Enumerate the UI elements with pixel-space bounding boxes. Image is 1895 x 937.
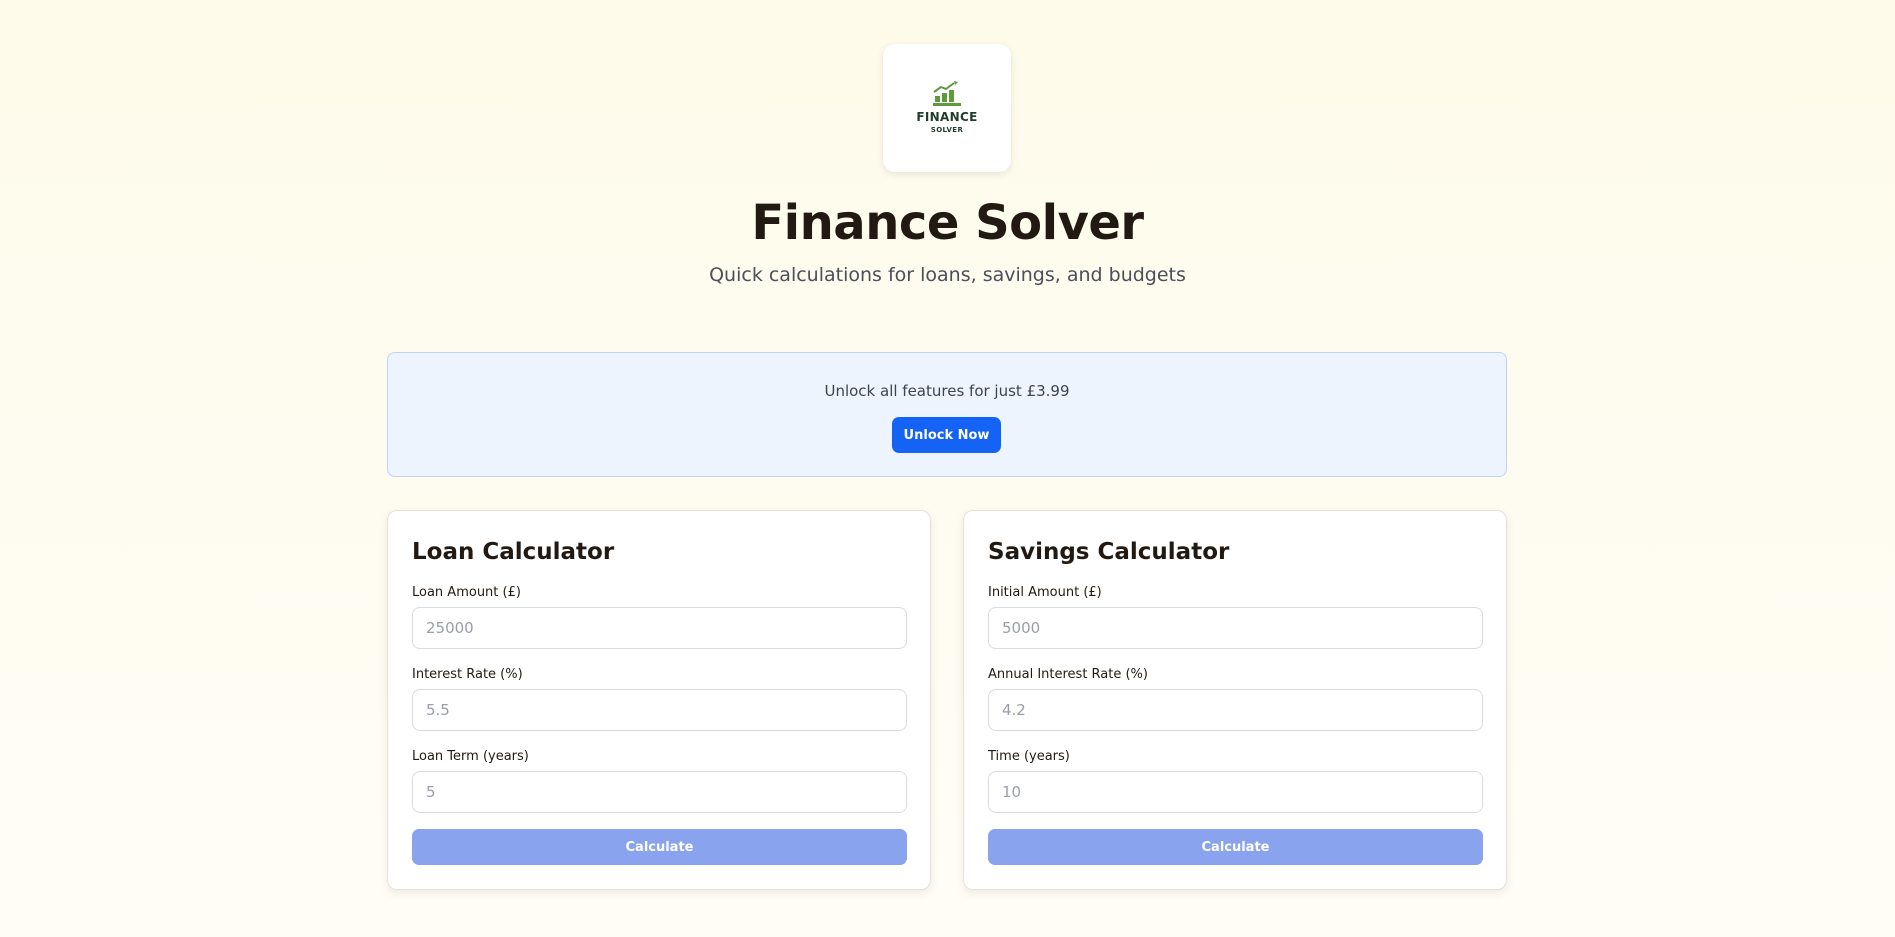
- loan-amount-input[interactable]: [412, 607, 907, 649]
- unlock-banner-text: Unlock all features for just £3.99: [824, 382, 1070, 400]
- logo-wordmark: FINANCE: [916, 110, 978, 124]
- page: FINANCE SOLVER Finance Solver Quick calc…: [0, 0, 1895, 937]
- unlock-banner: Unlock all features for just £3.99 Unloc…: [387, 352, 1507, 477]
- page-title: Finance Solver: [751, 195, 1144, 251]
- loan-term-input[interactable]: [412, 771, 907, 813]
- loan-calculate-button[interactable]: Calculate: [412, 829, 907, 865]
- loan-term-label: Loan Term (years): [412, 749, 529, 764]
- initial-amount-input[interactable]: [988, 607, 1483, 649]
- loan-calculator-title: Loan Calculator: [412, 539, 615, 565]
- annual-interest-rate-label: Annual Interest Rate (%): [988, 667, 1148, 682]
- annual-interest-rate-input[interactable]: [988, 689, 1483, 731]
- bar-chart-trend-icon: [933, 81, 961, 106]
- interest-rate-label: Interest Rate (%): [412, 667, 523, 682]
- page-subtitle: Quick calculations for loans, savings, a…: [709, 264, 1186, 286]
- savings-calculator-title: Savings Calculator: [988, 539, 1230, 565]
- time-years-input[interactable]: [988, 771, 1483, 813]
- initial-amount-label: Initial Amount (£): [988, 585, 1102, 600]
- savings-calculate-button[interactable]: Calculate: [988, 829, 1483, 865]
- loan-calculator-card: Loan Calculator Loan Amount (£) Interest…: [387, 510, 931, 890]
- unlock-now-button[interactable]: Unlock Now: [892, 417, 1001, 453]
- logo-subtext: SOLVER: [930, 126, 964, 134]
- logo: FINANCE SOLVER: [883, 44, 1011, 172]
- savings-calculator-card: Savings Calculator Initial Amount (£) An…: [963, 510, 1507, 890]
- loan-amount-label: Loan Amount (£): [412, 585, 521, 600]
- time-years-label: Time (years): [988, 749, 1070, 764]
- interest-rate-input[interactable]: [412, 689, 907, 731]
